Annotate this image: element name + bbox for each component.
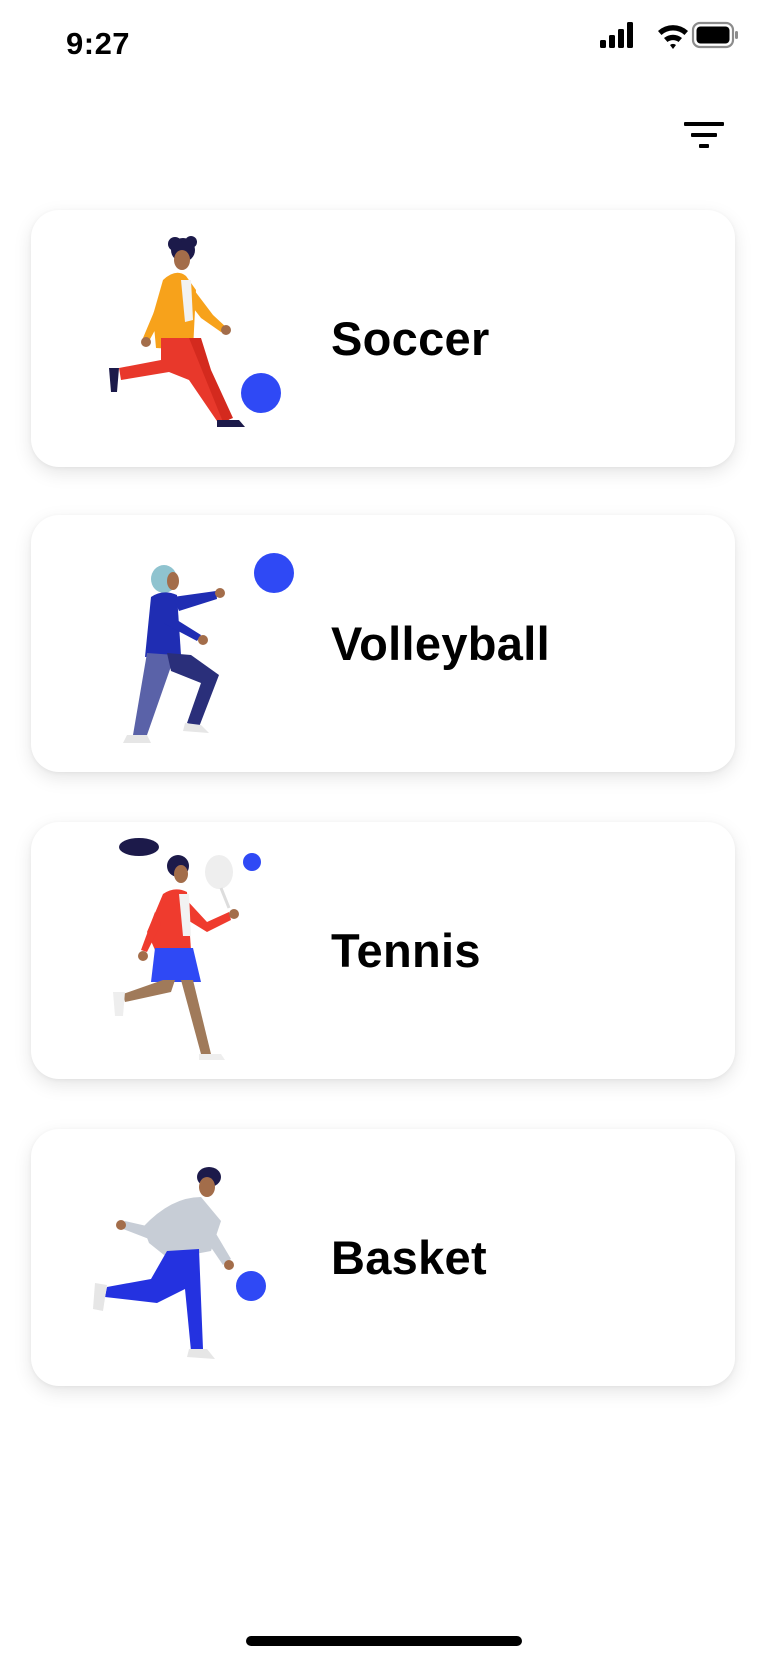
soccer-player-icon xyxy=(109,236,281,427)
volleyball-player-icon xyxy=(123,553,294,743)
sport-card-volleyball[interactable]: Volleyball xyxy=(31,515,735,772)
sport-card-tennis[interactable]: Tennis xyxy=(31,822,735,1079)
sport-label: Basket xyxy=(331,1231,487,1284)
status-bar: 9:27 xyxy=(0,0,768,90)
tennis-player-icon xyxy=(113,838,261,1060)
sport-card-basket[interactable]: Basket xyxy=(31,1129,735,1386)
wifi-icon xyxy=(658,25,688,49)
sport-label: Soccer xyxy=(331,312,490,365)
status-time: 9:27 xyxy=(66,26,131,61)
filter-button[interactable] xyxy=(676,112,732,160)
sport-card-soccer[interactable]: Soccer xyxy=(31,210,735,467)
home-indicator[interactable] xyxy=(246,1636,522,1646)
sport-label: Tennis xyxy=(331,924,481,977)
cellular-signal-icon xyxy=(600,22,633,48)
sport-label: Volleyball xyxy=(331,617,550,670)
basketball-player-icon xyxy=(93,1167,266,1359)
battery-icon xyxy=(691,21,738,49)
status-icons xyxy=(600,21,738,49)
filter-icon xyxy=(684,122,724,148)
